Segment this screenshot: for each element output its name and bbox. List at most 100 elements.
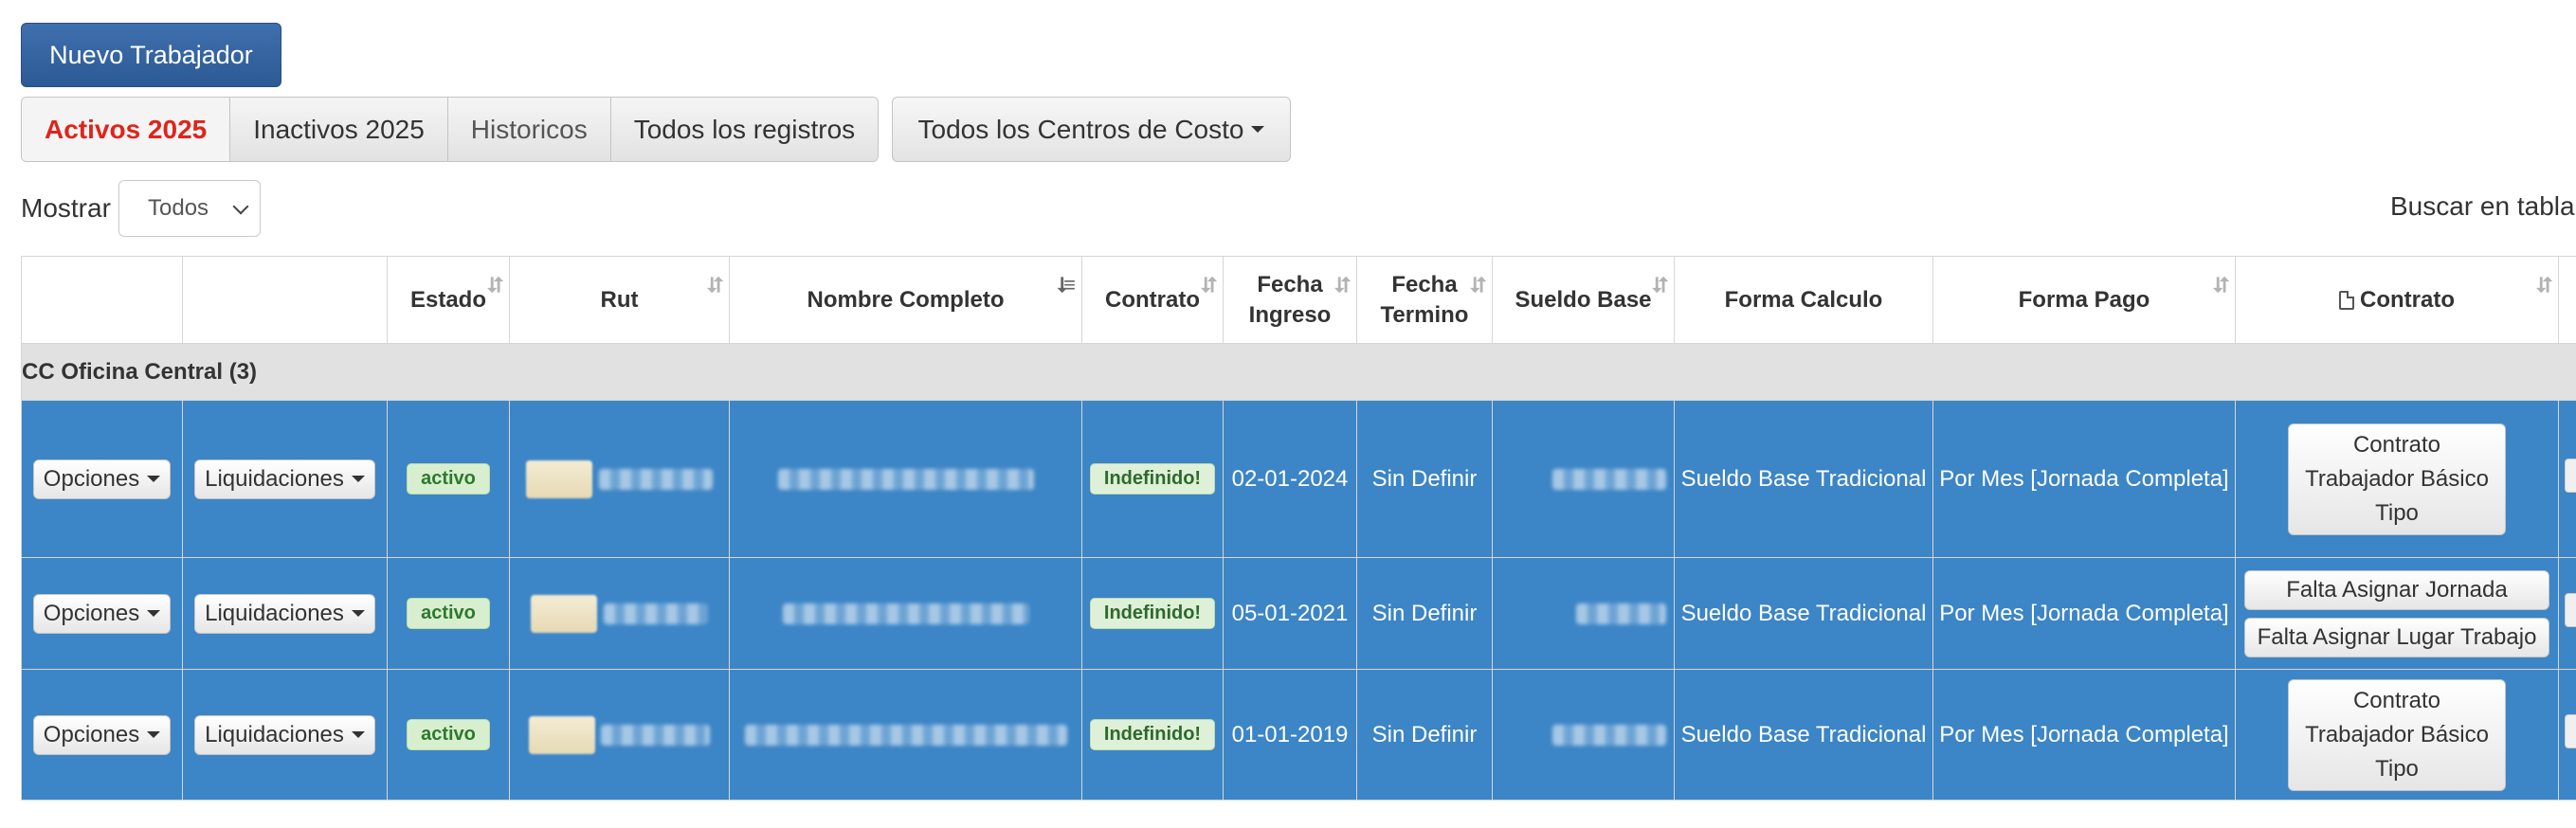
table-row: Opciones Liquidaciones activo Indefinido… [21,669,2576,801]
sueldo-cell [1492,669,1675,801]
liquidaciones-button[interactable]: Liquidaciones [194,714,375,755]
contrato-cell: Indefinido! [1081,557,1224,670]
contract-badge: Indefinido! [1089,598,1216,629]
caret-down-icon [1251,126,1265,133]
forma-pago-cell: Por Mes [Jornada Completa] [1932,669,2236,801]
liquidaciones-cell: Liquidaciones [182,669,388,801]
header-fecha-ingreso-line2: Ingreso [1248,301,1332,328]
options-button[interactable]: Opciones [32,459,172,499]
options-cell: Opciones [21,400,183,558]
contract-badge: Indefinido! [1089,719,1216,750]
options-cell: Opciones [21,557,183,670]
liquidaciones-button[interactable]: Liquidaciones [194,593,375,634]
liquidaciones-button[interactable]: Liquidaciones [194,459,375,499]
header-sueldo-base-label: Sueldo Base [1515,286,1652,313]
chevron-down-icon [232,198,249,215]
avatar [528,715,595,754]
redacted-rut [601,724,711,746]
redacted-salary [1552,469,1666,491]
redacted-rut [603,603,708,624]
caret-down-icon [351,610,365,617]
overflow-cell [2558,669,2576,801]
page-size-select[interactable]: Todos [118,180,261,237]
filter-inactive-2025[interactable]: Inactivos 2025 [230,98,448,161]
row-action-edge[interactable] [2565,714,2576,748]
header-options [21,256,183,344]
redacted-rut [598,468,713,490]
caret-down-icon [147,476,161,482]
header-sueldo-base[interactable]: Sueldo Base ⭣⭡ [1492,256,1675,344]
contrato-cell: Indefinido! [1081,669,1224,801]
header-contrato-label: Contrato [1105,286,1200,313]
header-fecha-ingreso-line1: Fecha [1257,271,1323,297]
rut-cell [509,669,730,801]
redacted-salary [1552,725,1666,747]
header-forma-pago[interactable]: Forma Pago ⭣⭡ [1932,256,2236,344]
sueldo-cell [1492,400,1675,558]
sort-icon: ⭣⭡ [1334,273,1351,297]
status-filter-group: Activos 2025 Inactivos 2025 Historicos T… [21,97,880,162]
sort-icon: ⭣⭡ [707,273,723,297]
estado-cell: activo [387,557,510,670]
assign-workplace-button[interactable]: Falta Asignar Lugar Trabajo [2244,617,2549,657]
group-row: CC Oficina Central (3) [21,343,2576,401]
forma-calculo-cell: Sueldo Base Tradicional [1674,400,1933,558]
cost-centers-dropdown[interactable]: Todos los Centros de Costo [892,97,1291,162]
sort-icon: ⭣⭡ [2213,273,2229,297]
fecha-ingreso-cell: 05-01-2021 [1223,557,1357,670]
header-forma-calculo: Forma Calculo [1674,256,1933,344]
rut-cell [509,557,730,670]
redacted-salary [1576,603,1666,625]
options-label: Opciones [43,465,140,492]
avatar [526,459,593,498]
options-button[interactable]: Opciones [32,593,172,634]
contrato-doc-cell: Contrato Trabajador Básico Tipo [2235,400,2559,558]
contract-template-button[interactable]: Contrato Trabajador Básico Tipo [2288,678,2506,791]
liquidaciones-label: Liquidaciones [205,721,344,747]
contract-template-button[interactable]: Contrato Trabajador Básico Tipo [2288,423,2506,535]
sort-icon: ⭣⭡ [2536,273,2552,297]
header-contrato-doc-label: Contrato [2360,286,2455,313]
assign-schedule-button[interactable]: Falta Asignar Jornada [2244,569,2549,610]
workers-table: Estado ⭣⭡ Rut ⭣⭡ Nombre Completo ⭣≡ Contrat… [21,256,2576,801]
contrato-cell: Indefinido! [1081,400,1224,558]
header-rut[interactable]: Rut ⭣⭡ [509,256,730,344]
redacted-name [782,603,1029,625]
filter-active-2025[interactable]: Activos 2025 [22,98,231,161]
header-fecha-termino[interactable]: Fecha Termino ⭣⭡ [1356,256,1493,344]
nombre-cell [729,669,1082,801]
row-action-edge[interactable] [2565,593,2576,627]
row-action-edge[interactable] [2565,459,2576,493]
header-contrato[interactable]: Contrato ⭣⭡ [1081,256,1224,344]
status-badge: activo [407,719,490,750]
fecha-ingreso-cell: 01-01-2019 [1223,669,1357,801]
header-estado[interactable]: Estado ⭣⭡ [387,256,510,344]
options-button[interactable]: Opciones [32,714,172,755]
header-contrato-doc[interactable]: Contrato ⭣⭡ [2235,256,2559,344]
header-fecha-termino-line1: Fecha [1391,271,1458,297]
header-fecha-ingreso[interactable]: Fecha Ingreso ⭣⭡ [1223,256,1357,344]
overflow-cell [2558,557,2576,670]
filter-all-records[interactable]: Todos los registros [610,98,879,161]
header-rut-label: Rut [600,286,639,313]
header-nombre-label: Nombre Completo [807,286,1005,313]
forma-calculo-cell: Sueldo Base Tradicional [1674,669,1933,801]
pdf-file-icon [2339,291,2354,311]
caret-down-icon [147,610,161,617]
forma-calculo-cell: Sueldo Base Tradicional [1674,557,1933,670]
header-liquidaciones [182,256,388,344]
new-worker-button[interactable]: Nuevo Trabajador [21,23,281,87]
sort-active-icon: ⭣≡ [1057,273,1076,297]
header-fecha-termino-line2: Termino [1380,301,1469,328]
forma-pago-cell: Por Mes [Jornada Completa] [1932,400,2236,558]
forma-pago-cell: Por Mes [Jornada Completa] [1932,557,2236,670]
contrato-doc-cell: Contrato Trabajador Básico Tipo [2235,669,2559,801]
header-nombre[interactable]: Nombre Completo ⭣≡ [729,256,1082,344]
header-estado-label: Estado [409,286,486,313]
options-label: Opciones [43,600,140,626]
page-size-value: Todos [148,195,209,221]
contrato-doc-cell: Falta Asignar Jornada Falta Asignar Luga… [2235,557,2559,670]
status-badge: activo [407,463,490,495]
caret-down-icon [351,731,365,738]
filter-historicos[interactable]: Historicos [447,98,611,161]
